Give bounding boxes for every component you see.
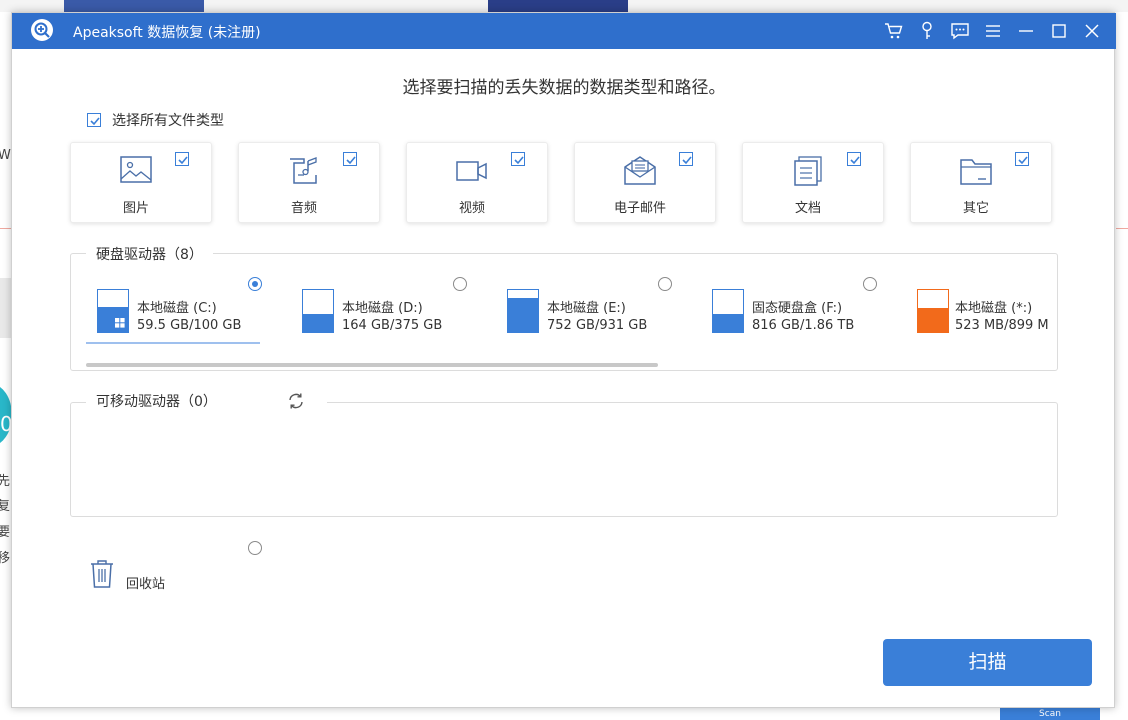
drive-name: 固态硬盘盒 (F:) (752, 301, 843, 316)
file-type-label: 文档 (794, 201, 821, 216)
drive-d-radio[interactable] (453, 277, 467, 291)
file-type-label: 音频 (290, 201, 317, 216)
file-type-checkbox[interactable] (847, 152, 861, 166)
recycle-bin-label: 回收站 (126, 577, 166, 592)
drive-size: 523 MB/899 M (955, 318, 1049, 333)
file-type-image[interactable]: 图片 (70, 142, 212, 223)
page-heading: 选择要扫描的丢失数据的数据类型和路径。 (402, 78, 726, 98)
menu-icon[interactable] (976, 13, 1009, 49)
audio-icon (286, 155, 322, 187)
background-side-text: 要 (0, 525, 11, 540)
feedback-icon[interactable] (943, 13, 976, 49)
file-type-label: 视频 (458, 201, 485, 216)
drive-d[interactable]: 本地磁盘 (D:) 164 GB/375 GB (302, 289, 502, 359)
drive-c-radio[interactable] (248, 277, 262, 291)
drive-icon (917, 289, 949, 333)
drive-size: 752 GB/931 GB (547, 318, 648, 333)
background-scan-button: Scan (1000, 706, 1100, 720)
scan-button[interactable]: 扫描 (883, 639, 1092, 686)
email-icon (622, 155, 658, 187)
drive-f-radio[interactable] (863, 277, 877, 291)
drive-usage-fill (713, 313, 743, 332)
drive-list-scrollbar[interactable] (86, 363, 658, 367)
removable-drives-title: 可移动驱动器（0） (86, 391, 231, 411)
background-side-text: 先 (0, 474, 11, 489)
drive-unknown[interactable]: 本地磁盘 (*:) 523 MB/899 M (917, 289, 1057, 359)
drive-e-radio[interactable] (658, 277, 672, 291)
drive-f[interactable]: 固态硬盘盒 (F:) 816 GB/1.86 TB (712, 289, 912, 359)
file-type-checkbox[interactable] (1015, 152, 1029, 166)
drive-name: 本地磁盘 (E:) (547, 301, 626, 316)
windows-logo-icon (115, 318, 125, 328)
minimize-icon[interactable] (1009, 13, 1042, 49)
background-line (1116, 228, 1128, 229)
file-type-audio[interactable]: 音频 (238, 142, 380, 223)
background-side-text: W (0, 148, 11, 163)
folder-icon (958, 155, 994, 187)
recycle-bin-radio[interactable] (248, 541, 262, 555)
file-type-other[interactable]: 其它 (910, 142, 1052, 223)
file-type-checkbox[interactable] (679, 152, 693, 166)
drive-usage-fill (918, 307, 948, 332)
drive-usage-fill (303, 313, 333, 332)
file-type-document[interactable]: 文档 (742, 142, 884, 223)
titlebar: Apeaksoft 数据恢复 (未注册) (12, 13, 1116, 49)
select-all-label: 选择所有文件类型 (112, 113, 224, 129)
removable-drives-section (70, 402, 1058, 517)
key-icon[interactable] (910, 13, 943, 49)
file-type-video[interactable]: 视频 (406, 142, 548, 223)
drive-list: 本地磁盘 (C:) 59.5 GB/100 GB 本地磁盘 (D:) 164 G… (97, 289, 1057, 369)
titlebar-controls (877, 13, 1108, 49)
drive-name: 本地磁盘 (C:) (137, 301, 217, 316)
cart-icon[interactable] (877, 13, 910, 49)
select-all-checkbox[interactable] (87, 113, 101, 127)
image-icon (118, 155, 154, 187)
trash-icon (89, 559, 115, 589)
drive-usage-fill (508, 297, 538, 332)
background-thumbnail (64, 0, 204, 12)
document-icon (790, 155, 826, 187)
drive-size: 59.5 GB/100 GB (137, 318, 242, 333)
file-type-label: 其它 (962, 201, 989, 216)
app-window: Apeaksoft 数据恢复 (未注册) 选择要扫描的丢失数据的数据类型和路径。… (11, 12, 1116, 708)
close-icon[interactable] (1075, 13, 1108, 49)
drive-icon (507, 289, 539, 333)
drive-icon (97, 289, 129, 333)
background-side-text: 复 (0, 499, 11, 514)
drive-icon (302, 289, 334, 333)
select-all-row[interactable]: 选择所有文件类型 (87, 110, 224, 130)
file-type-checkbox[interactable] (175, 152, 189, 166)
refresh-icon[interactable] (286, 391, 306, 411)
app-logo-icon (31, 19, 53, 41)
file-type-email[interactable]: 电子邮件 (574, 142, 716, 223)
file-type-checkbox[interactable] (343, 152, 357, 166)
selected-drive-underline (86, 342, 260, 344)
drive-name: 本地磁盘 (*:) (955, 301, 1033, 316)
drive-size: 816 GB/1.86 TB (752, 318, 855, 333)
background-thumbnail (488, 0, 628, 12)
background-side-text: 移 (0, 551, 11, 566)
drive-size: 164 GB/375 GB (342, 318, 443, 333)
hard-drives-title: 硬盘驱动器（8） (86, 244, 213, 264)
maximize-icon[interactable] (1042, 13, 1075, 49)
removable-title-gap (224, 391, 327, 411)
drive-icon (712, 289, 744, 333)
app-title: Apeaksoft 数据恢复 (未注册) (73, 25, 261, 41)
file-type-label: 图片 (122, 201, 149, 216)
drive-name: 本地磁盘 (D:) (342, 301, 423, 316)
file-type-checkbox[interactable] (511, 152, 525, 166)
drive-e[interactable]: 本地磁盘 (E:) 752 GB/931 GB (507, 289, 707, 359)
drive-c[interactable]: 本地磁盘 (C:) 59.5 GB/100 GB (97, 289, 297, 359)
file-type-label: 电子邮件 (613, 201, 666, 216)
video-icon (454, 155, 490, 187)
recycle-bin-option[interactable]: 回收站 (89, 559, 179, 593)
